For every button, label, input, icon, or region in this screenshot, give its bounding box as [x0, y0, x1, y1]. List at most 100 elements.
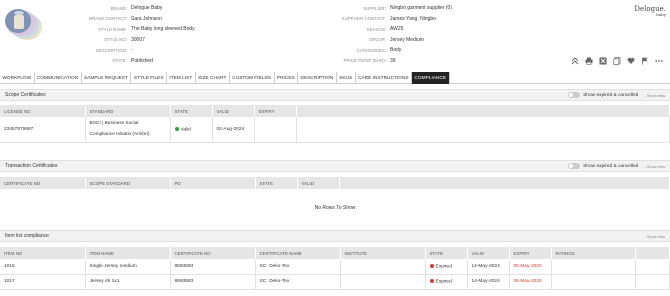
item-list-compliance-title: Item list compliance: [5, 233, 49, 239]
transaction-toggle-label: Show expired & cancelled: [583, 163, 639, 169]
scope-toggle-label: Show expired & cancelled: [583, 92, 639, 98]
column-header[interactable]: VALID: [212, 105, 255, 117]
valid-cell: 02-Aug-2024: [212, 117, 255, 143]
tab-skus[interactable]: SKUS: [337, 72, 356, 84]
copy-icon[interactable]: [612, 57, 621, 66]
column-header[interactable]: CERTIFICATE NAME: [255, 247, 341, 259]
column-header-empty: [635, 247, 670, 259]
column-header[interactable]: ITEM NO: [0, 247, 86, 259]
no-rows-message: No Rows To Show: [314, 205, 356, 211]
supplier-contact-field: SUPPLIER CONTACT: James Yang, Ningbo: [0, 14, 436, 24]
state-cell: Expired: [425, 259, 468, 275]
column-header[interactable]: VALID: [467, 247, 510, 259]
excel-icon[interactable]: [598, 57, 607, 66]
supplier-contact-label: SUPPLIER CONTACT:: [341, 16, 386, 21]
column-header[interactable]: CERTIFICATE NO: [170, 247, 256, 259]
table-row[interactable]: 1017 Jersey rib 1x1 8593583 SC: Oeko-Tex…: [0, 274, 670, 290]
scope-certificates-title: Scope Certificates: [5, 92, 46, 98]
expired-status-dot: [429, 278, 434, 283]
categories-field: CATEGORIES: Body: [0, 45, 402, 55]
group-value: Jersey Medium: [390, 36, 424, 43]
price-point-value: 39: [390, 57, 396, 64]
season-field: SEASON: AW25: [0, 24, 404, 34]
tab-custom-fields[interactable]: CUSTOM FIELDS: [230, 72, 275, 84]
item-list-compliance-header: Item list compliance - Show less: [0, 230, 670, 242]
item-name-cell: Jersey rib 1x1: [85, 274, 171, 290]
group-label: GROUP:: [368, 37, 386, 42]
certificate-name-cell: SC: Oeko-Tex: [255, 274, 341, 290]
column-header[interactable]: STANDARD: [85, 105, 171, 117]
header-toolbar: [570, 56, 663, 66]
brand-logo: Delogue. baby: [630, 6, 666, 17]
item-no-cell: 1017: [0, 274, 86, 290]
tab-care-instructions[interactable]: CARE INSTRUCTIONS: [356, 72, 413, 84]
institute-cell: [340, 259, 426, 275]
more-icon[interactable]: [654, 57, 663, 66]
transaction-certificates-header: Transaction Certificates Show expired & …: [0, 160, 670, 172]
item-no-cell: 1016: [0, 259, 86, 275]
home-up-icon[interactable]: [570, 57, 579, 66]
column-header[interactable]: EXPIRY: [254, 105, 297, 117]
transaction-show-less-link[interactable]: - Show less: [644, 164, 665, 169]
tab-description[interactable]: DESCRIPTION: [298, 72, 337, 84]
expired-status-dot: [429, 263, 434, 268]
tab-compliance[interactable]: COMPLIANCE: [412, 72, 450, 84]
transaction-certificates-table: CERTIFICATE NO SCOPE STANDARD PO STATE V…: [0, 177, 670, 189]
price-point-label: PRICE POINT (EUR):: [343, 58, 386, 63]
state-cell: Expired: [425, 274, 468, 290]
column-header[interactable]: VALID: [297, 177, 340, 189]
tab-sample-request[interactable]: SAMPLE REQUEST: [82, 72, 132, 84]
tab-communication[interactable]: COMMUNICATION: [35, 72, 82, 84]
tab-prices[interactable]: PRICES: [275, 72, 299, 84]
valid-cell: 14-May-2024: [467, 274, 510, 290]
transaction-show-expired-toggle[interactable]: [568, 163, 581, 169]
column-header-empty: [296, 105, 670, 117]
column-header[interactable]: ITEM NAME: [85, 247, 171, 259]
empty-cell: [296, 117, 670, 143]
supplier-field: SUPPLIER: Ningbo garment supplier (0): [0, 3, 452, 13]
state-text: Expired: [435, 279, 452, 285]
style-tabs: WORKFLOW COMMUNICATION SAMPLE REQUEST ST…: [0, 72, 670, 84]
tab-style-files[interactable]: STYLE FILES: [131, 72, 167, 84]
expiry-cell: 06-May-2025: [509, 259, 552, 275]
flag-icon[interactable]: [640, 57, 649, 66]
heart-icon[interactable]: [626, 57, 635, 66]
scope-show-expired-toggle[interactable]: [568, 92, 581, 98]
empty-cell: [635, 259, 670, 275]
categories-value: Body: [390, 47, 402, 53]
column-header[interactable]: CERTIFICATE NO: [0, 177, 86, 189]
print-icon[interactable]: [584, 57, 593, 66]
scope-certificates-table: LICENSE NO STANDARD STATE VALID EXPIRY 2…: [0, 105, 670, 143]
column-header[interactable]: LICENSE NO: [0, 105, 86, 117]
state-cell: Valid: [170, 117, 213, 143]
tab-item-list[interactable]: ITEM LIST: [167, 72, 196, 84]
column-header[interactable]: EXPIRY: [509, 247, 552, 259]
scope-show-less-link[interactable]: - Show less: [644, 93, 665, 98]
license-no-cell: 23457879897: [0, 117, 86, 143]
standard-cell: BSCI | Business Social Compliance Initia…: [85, 117, 171, 143]
itemlist-show-less-link[interactable]: - Show less: [644, 234, 665, 239]
brand-logo-sub: baby: [656, 12, 666, 17]
column-header[interactable]: INSTITUTE: [340, 247, 426, 259]
column-header[interactable]: STATE: [170, 105, 213, 117]
standard-line-2: Compliance Initiativ (Amfori): [89, 132, 150, 138]
scope-certificates-header: Scope Certificates Show expired & cancel…: [0, 89, 670, 101]
tab-size-chart[interactable]: SIZE CHART: [196, 72, 230, 84]
state-text: Expired: [435, 263, 452, 269]
tab-workflow[interactable]: WORKFLOW: [0, 72, 35, 84]
certificate-name-cell: SC: Oeko-Tex: [255, 259, 341, 275]
column-header[interactable]: RATINGS: [551, 247, 636, 259]
ratings-cell: [551, 259, 636, 275]
certificate-no-cell: 8593583: [170, 259, 256, 275]
column-header[interactable]: PO: [170, 177, 256, 189]
season-value: AW25: [390, 26, 404, 32]
table-row[interactable]: 23457879897 BSCI | Business Social Compl…: [0, 117, 670, 143]
column-header[interactable]: STATE: [255, 177, 298, 189]
supplier-value: Ningbo garment supplier (0): [390, 5, 452, 11]
certificate-no-cell: 8593583: [170, 274, 256, 290]
valid-cell: 14-May-2024: [467, 259, 510, 275]
column-header[interactable]: STATE: [425, 247, 468, 259]
standard-line-1: BSCI | Business Social: [89, 121, 139, 127]
column-header[interactable]: SCOPE STANDARD: [85, 177, 171, 189]
table-row[interactable]: 1016 Single Jersey medium 8593583 SC: Oe…: [0, 259, 670, 275]
